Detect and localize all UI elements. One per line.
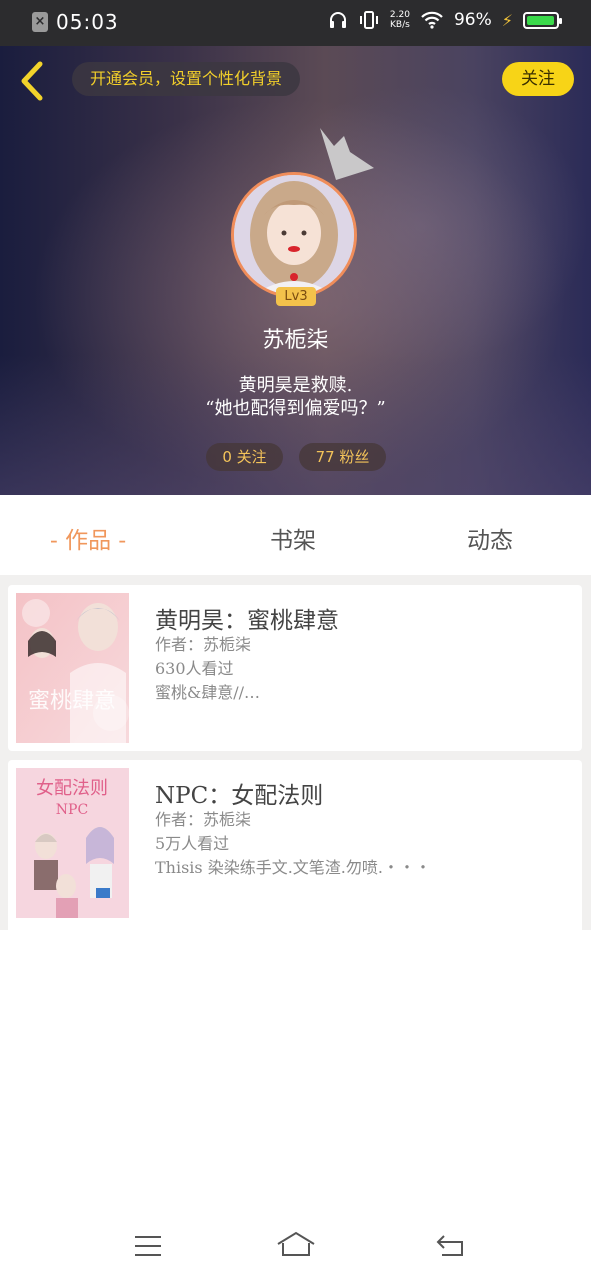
- book-views: 630人看过: [155, 659, 234, 678]
- book-summary: Thisis 染染练手文.文笔渣.勿喷.・・・: [155, 858, 431, 877]
- book-author: 作者：苏栀柒: [155, 635, 252, 654]
- level-badge: Lv3: [276, 287, 316, 306]
- back-icon[interactable]: [434, 1232, 466, 1258]
- book-title[interactable]: NPC：女配法则: [155, 776, 323, 810]
- battery-level: [527, 15, 554, 25]
- book-cover[interactable]: 蜜桃肆意: [16, 593, 129, 743]
- tab-activity[interactable]: 动态: [467, 521, 513, 555]
- status-bar: × 05:03 2.20 KB/s 96% ⚡: [0, 0, 591, 46]
- battery-icon: [523, 11, 562, 29]
- vip-background-prompt[interactable]: 开通会员，设置个性化背景: [72, 62, 301, 96]
- profile-tabs: - 作品 - 书架 动态: [0, 495, 591, 575]
- username: 苏栀柒: [262, 328, 329, 353]
- bio-line-2: “她也配得到偏爱吗？”: [205, 398, 386, 419]
- avatar-portrait: [234, 175, 354, 295]
- headphones-icon: [329, 12, 346, 28]
- tab-works[interactable]: - 作品 -: [50, 521, 126, 555]
- home-icon[interactable]: [276, 1230, 316, 1258]
- book-cover[interactable]: 女配法则 NPC: [16, 768, 129, 918]
- menu-icon[interactable]: [133, 1234, 163, 1258]
- book-views: 5万人看过: [155, 834, 230, 853]
- vibrate-icon: [359, 11, 378, 29]
- book-cover-art: 蜜桃肆意: [16, 593, 129, 743]
- list-item[interactable]: 女配法则 NPC NPC：女配法则 作者：苏栀柒 5万人看过 Thisis 染染…: [8, 760, 582, 930]
- book-title[interactable]: 黄明昊：蜜桃肆意: [155, 601, 339, 635]
- cover-title-text: 女配法则: [36, 778, 108, 799]
- network-speed-unit: KB/s: [390, 20, 410, 30]
- profile-header: 开通会员，设置个性化背景 关注 Lv3 苏栀柒 黄明昊是救赎. “她也配得到偏爱…: [0, 46, 591, 495]
- cover-title-text: 蜜桃肆意: [28, 689, 116, 714]
- bio-line-1: 黄明昊是救赎.: [238, 375, 353, 396]
- book-author: 作者：苏栀柒: [155, 810, 252, 829]
- avatar[interactable]: [231, 172, 357, 298]
- network-speed-value: 2.20: [389, 10, 410, 20]
- system-navigation-bar: [0, 1210, 591, 1280]
- status-time: 05:03: [56, 10, 119, 34]
- battery-percent: 96%: [453, 10, 492, 30]
- works-list: 蜜桃肆意 黄明昊：蜜桃肆意 作者：苏栀柒 630人看过 蜜桃&肆意//… 女配法…: [0, 575, 591, 930]
- book-summary: 蜜桃&肆意//…: [155, 683, 261, 702]
- crown-icon: [320, 128, 374, 180]
- fans-count[interactable]: 77 粉丝: [299, 443, 386, 471]
- tab-bookshelf[interactable]: 书架: [270, 521, 316, 555]
- close-notification-icon: ×: [32, 12, 48, 32]
- back-arrow-icon[interactable]: [14, 58, 54, 104]
- bio: 黄明昊是救赎. “她也配得到偏爱吗？”: [0, 374, 591, 420]
- wifi-icon: [421, 11, 443, 29]
- list-item[interactable]: 蜜桃肆意 黄明昊：蜜桃肆意 作者：苏栀柒 630人看过 蜜桃&肆意//…: [8, 585, 582, 751]
- charging-icon: ⚡: [501, 10, 513, 30]
- following-count[interactable]: 0 关注: [206, 443, 283, 471]
- follow-button[interactable]: 关注: [502, 62, 574, 96]
- network-speed: 2.20 KB/s: [390, 10, 410, 30]
- cover-subtitle-text: NPC: [56, 802, 88, 818]
- book-cover-art: 女配法则 NPC: [16, 768, 129, 918]
